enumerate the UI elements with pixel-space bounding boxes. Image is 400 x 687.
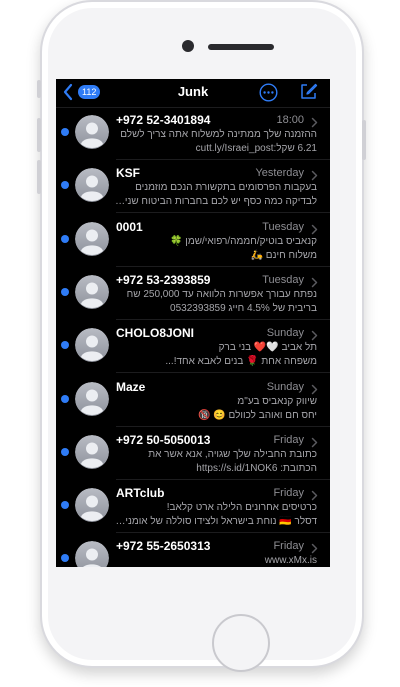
chevron-right-icon xyxy=(311,275,318,288)
sender-name: +972 52-3401894 xyxy=(116,113,211,127)
message-row[interactable]: KSF Yesterday בעקבות הפרסומים בתקשורת הנכם… xyxy=(56,160,330,213)
message-time: Friday xyxy=(273,487,304,499)
unread-indicator xyxy=(61,395,69,403)
sender-name: KSF xyxy=(116,166,140,180)
chevron-right-icon xyxy=(311,382,318,395)
avatar xyxy=(75,435,109,469)
message-time: Yesterday xyxy=(255,167,304,179)
message-preview-line-1: שיווק קנאביס בע"מ xyxy=(237,396,317,407)
sender-name: Maze xyxy=(116,380,146,394)
person-placeholder-icon xyxy=(75,328,109,362)
person-placeholder-icon xyxy=(75,168,109,202)
message-preview-line-1: נפתח עבורך אפשרות הלוואה עד 250,000 שח xyxy=(126,289,317,300)
power-button[interactable] xyxy=(362,120,366,160)
message-preview-line-2: דסלר 🇩🇪 נוחת בישראל ולצידו סוללה של אומנ… xyxy=(114,516,317,527)
message-time: Sunday xyxy=(266,381,304,393)
unread-indicator xyxy=(61,128,69,136)
avatar xyxy=(75,168,109,202)
message-time: Tuesday xyxy=(262,221,304,233)
ellipsis-circle-icon xyxy=(259,83,278,102)
message-preview-line-1: בעקבות הפרסומים בתקשורת הנכם מוזמנים xyxy=(135,182,317,193)
message-preview-line-2: בריבית של 4.5% חייג 0532393859 xyxy=(170,303,317,314)
front-camera-icon xyxy=(182,40,194,52)
unread-indicator xyxy=(61,448,69,456)
message-preview-line-1: www.xMx.is xyxy=(264,555,317,566)
message-row[interactable]: +972 52-3401894 18:00 ההזמנה שלך ממתינה למ… xyxy=(56,107,330,160)
message-time: Tuesday xyxy=(262,274,304,286)
earpiece-speaker xyxy=(208,44,274,50)
sender-name: 0001 xyxy=(116,220,143,234)
person-placeholder-icon xyxy=(75,275,109,309)
volume-down-button[interactable] xyxy=(37,160,41,194)
unread-indicator xyxy=(61,288,69,296)
message-row[interactable]: ARTclub Friday כרטיסים אחרונים הלילה ארט ק… xyxy=(56,480,330,533)
compose-button[interactable] xyxy=(299,82,318,101)
sender-name: +972 50-5050013 xyxy=(116,433,211,447)
message-time: Sunday xyxy=(266,327,304,339)
message-preview-line-1: קנאביס בוטיק/חממה/רפואי/שמן 🍀 xyxy=(170,236,317,247)
avatar xyxy=(75,275,109,309)
avatar xyxy=(75,328,109,362)
message-preview-line-1: תל אביב 🤍❤️ בני ברק xyxy=(218,342,317,353)
chevron-right-icon xyxy=(311,168,318,181)
sender-name: ARTclub xyxy=(116,486,165,500)
person-placeholder-icon xyxy=(75,488,109,522)
message-preview-line-2: לבדיקה כמה כסף יש לכם בחברות הביטוח שנית… xyxy=(114,196,317,207)
person-placeholder-icon xyxy=(75,222,109,256)
avatar xyxy=(75,488,109,522)
person-placeholder-icon xyxy=(75,435,109,469)
sender-name: +972 53-2393859 xyxy=(116,273,211,287)
message-row[interactable]: 0001 Tuesday קנאביס בוטיק/חממה/רפואי/שמן 🍀… xyxy=(56,214,330,267)
message-row[interactable]: +972 50-5050013 Friday כתובת החבילה שלך שג… xyxy=(56,427,330,480)
chevron-right-icon xyxy=(311,115,318,128)
person-placeholder-icon xyxy=(75,115,109,149)
unread-indicator xyxy=(61,501,69,509)
message-time: 18:00 xyxy=(276,114,304,126)
message-row[interactable]: +972 55-2650313 Friday www.xMx.is xyxy=(56,533,330,567)
message-preview-line-1: כתובת החבילה שלך שגויה, אנא אשר את xyxy=(148,449,317,460)
unread-indicator xyxy=(61,235,69,243)
messages-screen: 112 Junk +972 52-3401894 18:00 ההזמנה שלך … xyxy=(56,79,330,567)
compose-icon xyxy=(301,83,318,99)
home-button[interactable] xyxy=(212,614,270,672)
row-divider xyxy=(116,212,330,213)
chevron-right-icon xyxy=(311,541,318,554)
navigation-bar: 112 Junk xyxy=(56,79,330,108)
avatar xyxy=(75,115,109,149)
message-row[interactable]: Maze Sunday שיווק קנאביס בע"מ יחס חם ואוהב … xyxy=(56,374,330,427)
unread-indicator xyxy=(61,554,69,562)
message-preview-line-2: משלוח חינם 🛵 xyxy=(250,250,317,261)
row-divider xyxy=(116,372,330,373)
mute-switch[interactable] xyxy=(37,80,41,98)
unread-indicator xyxy=(61,181,69,189)
message-preview-line-2: הכתובת: https://s.id/1NOK6 xyxy=(196,463,317,474)
chevron-right-icon xyxy=(311,435,318,448)
unread-indicator xyxy=(61,341,69,349)
message-row[interactable]: CHOLO8JONI Sunday תל אביב 🤍❤️ בני ברק משפחה… xyxy=(56,320,330,373)
avatar xyxy=(75,222,109,256)
avatar xyxy=(75,541,109,567)
volume-up-button[interactable] xyxy=(37,118,41,152)
person-placeholder-icon xyxy=(75,382,109,416)
message-preview-line-2: יחס חם ואוהב לכוולם 😊 🔞 xyxy=(198,410,317,421)
sender-name: +972 55-2650313 xyxy=(116,539,211,553)
sender-name: CHOLO8JONI xyxy=(116,326,195,340)
page-title: Junk xyxy=(177,84,209,99)
message-time: Friday xyxy=(273,434,304,446)
chevron-right-icon xyxy=(311,488,318,501)
chevron-right-icon xyxy=(311,328,318,341)
chevron-right-icon xyxy=(311,222,318,235)
message-preview-line-2: משפחה אחת 🌹 בנים לאבא אחד!... xyxy=(165,356,317,367)
message-preview-line-1: כרטיסים אחרונים הלילה ארט קלאב! xyxy=(166,502,317,513)
more-options-button[interactable] xyxy=(259,83,278,102)
person-placeholder-icon xyxy=(75,541,109,567)
message-preview-line-1: ההזמנה שלך ממתינה למשלוח אתה צריך לשלם xyxy=(120,129,317,140)
message-preview-line-2: 6.21 שקל:cutt.ly/Israei_post xyxy=(195,143,317,154)
message-time: Friday xyxy=(273,540,304,552)
message-row[interactable]: +972 53-2393859 Tuesday נפתח עבורך אפשרות … xyxy=(56,267,330,320)
avatar xyxy=(75,382,109,416)
